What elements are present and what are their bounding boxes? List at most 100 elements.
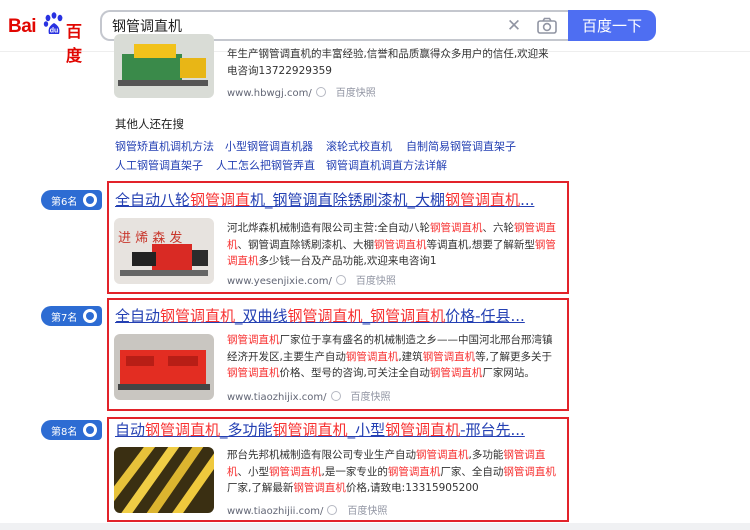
rank-icon <box>83 193 97 207</box>
result-url[interactable]: www.tiaozhijii.com/ <box>227 506 323 517</box>
title-text: _双曲线 <box>235 307 288 325</box>
result-title[interactable]: 全自动八轮钢管调直机_钢管调直除锈刷漆机_大棚钢管调直机... <box>115 189 534 210</box>
top-result-desc: 年生产钢管调直机的丰富经验,信誉和品质赢得众多用户的信任,欢迎来电咨询13722… <box>227 48 549 77</box>
related-search-link[interactable]: 自制简易钢管调直架子 <box>406 138 516 154</box>
title-text: 价格-任县... <box>445 307 525 325</box>
desc-text: 等,了解更多关于 <box>475 350 553 363</box>
rank-badge: 第6名 <box>41 190 102 210</box>
title-text: -邢台先... <box>460 421 525 439</box>
result-desc: 邢台先邦机械制造有限公司专业生产自动钢管调直机,多功能钢管调直机、小型钢管调直机… <box>227 447 557 497</box>
related-search-link[interactable]: 滚轮式校直机 <box>326 138 392 154</box>
title-text: 自动 <box>115 421 146 439</box>
title-highlight: 钢管调直机 <box>370 307 446 325</box>
related-search-link[interactable]: 人工钢管调直架子 <box>115 157 203 173</box>
desc-highlight: 钢管调直机 <box>293 482 346 494</box>
desc-text: 等调直机,想要了解新型 <box>426 238 535 251</box>
title-text: 全自动八轮 <box>115 191 191 209</box>
baidu-paw-icon: du <box>43 12 63 35</box>
title-highlight: 钢管调直机 <box>287 307 363 325</box>
top-result-url-line: www.hbwgj.com/百度快照 <box>227 84 376 99</box>
snapshot-link[interactable]: 百度快照 <box>347 506 387 517</box>
rank-icon <box>83 423 97 437</box>
pipes-image <box>114 447 214 513</box>
logo-text: Bai <box>8 16 37 37</box>
desc-highlight: 钢管调直机 <box>387 465 441 478</box>
clear-icon[interactable]: ✕ <box>504 16 524 36</box>
page-bottom-strip <box>0 523 750 530</box>
rank-label: 第8名 <box>51 427 78 438</box>
baidu-logo[interactable]: Bai du 百度 <box>8 12 92 65</box>
desc-highlight: 钢管调直机 <box>227 367 280 379</box>
desc-text: 厂家,了解最新 <box>227 482 294 494</box>
result-thumbnail[interactable]: 进 烯 森 发 <box>114 218 214 284</box>
rank-badge: 第7名 <box>41 306 102 326</box>
result-url-line: www.yesenjixie.com/百度快照 <box>227 272 396 287</box>
result-url[interactable]: www.tiaozhijix.com/ <box>227 392 327 403</box>
result-url-line: www.tiaozhijix.com/百度快照 <box>227 388 391 403</box>
title-text: _多功能 <box>220 421 273 439</box>
machine-image <box>114 334 214 400</box>
title-highlight: 钢管调直机 <box>160 307 236 325</box>
desc-text: 厂家、全自动 <box>440 465 504 478</box>
title-text: 机_钢管调直除锈刷漆机_大棚 <box>250 191 446 209</box>
result-thumbnail[interactable] <box>114 447 214 513</box>
snapshot-link[interactable]: 百度快照 <box>336 88 376 99</box>
desc-text: 、钢管调直除锈刷漆机、大棚 <box>237 238 375 251</box>
desc-highlight: 钢管调直机 <box>374 238 427 251</box>
shield-icon <box>315 87 326 97</box>
title-highlight: 钢管调直机 <box>272 421 348 439</box>
search-button[interactable]: 百度一下 <box>568 10 656 41</box>
desc-highlight: 钢管调直机 <box>345 350 399 363</box>
shield-icon <box>327 505 338 515</box>
desc-text: ,是一家专业的 <box>321 465 388 478</box>
related-search-link[interactable]: 人工怎么把钢管弄直 <box>216 157 315 173</box>
title-highlight: 钢管调直机 <box>145 421 221 439</box>
snapshot-link[interactable]: 百度快照 <box>351 392 391 403</box>
rank-badge: 第8名 <box>41 420 102 440</box>
result-thumbnail[interactable] <box>114 334 214 400</box>
desc-text: 、小型 <box>237 465 270 478</box>
desc-highlight: 钢管调直机 <box>430 222 483 234</box>
shield-icon <box>335 275 346 285</box>
result-url[interactable]: www.yesenjixie.com/ <box>227 276 332 287</box>
desc-highlight: 钢管调直机 <box>227 334 280 346</box>
title-highlight: 钢管调直机 <box>445 191 521 209</box>
result-desc: 钢管调直机厂家位于享有盛名的机械制造之乡——中国河北邢台邢湾镇经济开发区,主要生… <box>227 332 557 382</box>
camera-icon[interactable] <box>536 16 558 36</box>
rank-label: 第6名 <box>51 197 78 208</box>
desc-text: 厂家网站。 <box>482 367 535 379</box>
title-text: _ <box>362 307 371 325</box>
header: Bai du 百度 ✕ 百度一下 <box>0 0 750 65</box>
result-thumbnail[interactable] <box>114 34 214 98</box>
desc-text: ,建筑 <box>398 350 423 363</box>
snapshot-link[interactable]: 百度快照 <box>356 276 396 287</box>
desc-highlight: 钢管调直机 <box>416 449 469 461</box>
title-text: 全自动 <box>115 307 161 325</box>
desc-text: 河北烨森机械制造有限公司主营:全自动八轮 <box>227 222 431 234</box>
shield-icon <box>330 391 341 401</box>
logo-chinese-text: 百度 <box>66 22 83 65</box>
result-title[interactable]: 全自动钢管调直机_双曲线钢管调直机_钢管调直机价格-任县... <box>115 305 525 326</box>
rank-label: 第7名 <box>51 313 78 324</box>
related-search-link[interactable]: 钢管矫直机调机方法 <box>115 138 214 154</box>
related-search-link[interactable]: 小型钢管调直机器 <box>225 138 313 154</box>
desc-highlight: 钢管调直机 <box>269 465 322 478</box>
desc-text: ,多功能 <box>468 449 504 461</box>
desc-highlight: 钢管调直机 <box>503 465 556 478</box>
desc-text: 、六轮 <box>482 222 515 234</box>
result-url[interactable]: www.hbwgj.com/ <box>227 88 312 99</box>
result-title[interactable]: 自动钢管调直机_多功能钢管调直机_小型钢管调直机-邢台先... <box>115 419 525 440</box>
title-highlight: 钢管调直机 <box>385 421 461 439</box>
related-search-link[interactable]: 钢管调直机调直方法详解 <box>326 157 447 173</box>
title-text: _小型 <box>347 421 386 439</box>
rank-icon <box>83 309 97 323</box>
desc-highlight: 钢管调直机 <box>422 350 476 363</box>
desc-text: 邢台先邦机械制造有限公司专业生产自动 <box>227 449 416 461</box>
machine-image: 进 烯 森 发 <box>114 218 214 284</box>
title-text: ... <box>520 191 535 209</box>
result-url-line: www.tiaozhijii.com/百度快照 <box>227 502 387 517</box>
machine-image <box>114 34 214 98</box>
desc-text: 价格、型号的咨询,可关注全自动 <box>279 367 430 379</box>
desc-highlight: 钢管调直机 <box>429 367 483 379</box>
title-highlight: 钢管调直 <box>190 191 251 209</box>
